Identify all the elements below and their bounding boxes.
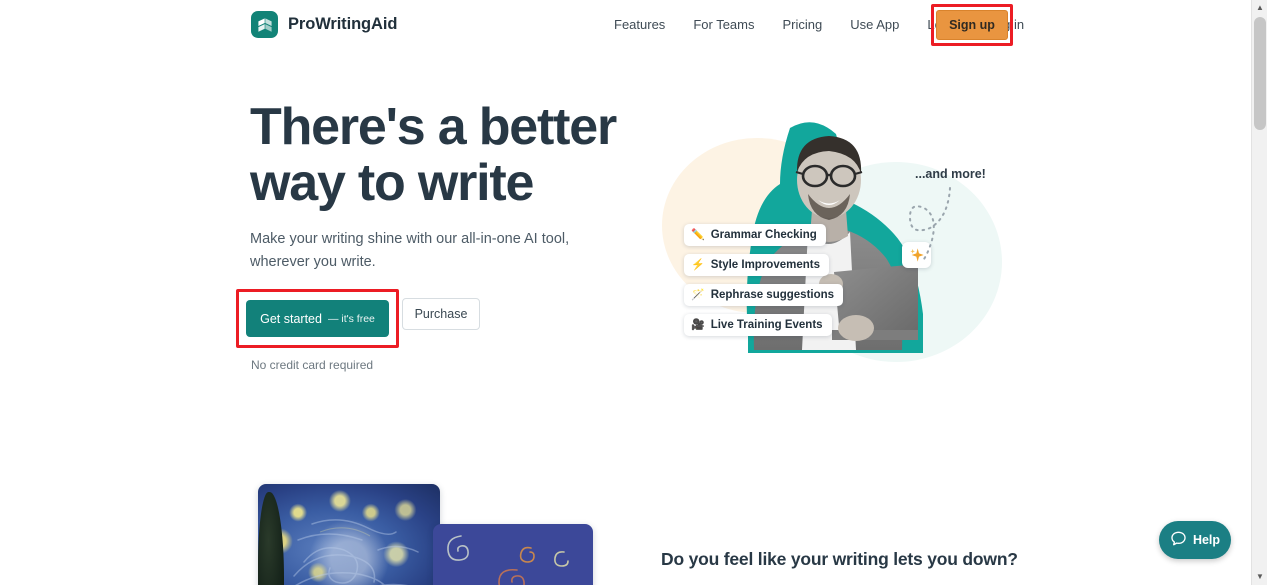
site-header: ProWritingAid Features For Teams Pricing… — [0, 0, 1251, 50]
purchase-button[interactable]: Purchase — [402, 298, 480, 330]
lightning-icon: ⚡ — [691, 258, 705, 271]
page-scrollbar[interactable]: ▲ ▼ — [1251, 0, 1267, 585]
section-heading: Do you feel like your writing lets you d… — [661, 549, 1018, 569]
page-root: ProWritingAid Features For Teams Pricing… — [0, 0, 1267, 585]
feature-pill-live-training-events: 🎥 Live Training Events — [684, 314, 832, 336]
magic-wand-icon: 🪄 — [691, 288, 705, 301]
feature-pill-label: Live Training Events — [710, 319, 823, 331]
signup-button-annotation: Sign up — [931, 4, 1013, 46]
starry-night-swirls — [293, 519, 419, 585]
and-more-annotation: ...and more! — [915, 167, 986, 181]
pencil-icon: ✏️ — [691, 228, 705, 241]
scrollbar-thumb[interactable] — [1254, 17, 1266, 130]
get-started-button-annotation: Get started — it's free — [236, 289, 399, 348]
page-title: There's a better way to write — [250, 98, 617, 212]
book-pages-icon — [251, 11, 278, 38]
brand-name: ProWritingAid — [288, 15, 398, 33]
get-started-button[interactable]: Get started — it's free — [246, 300, 389, 337]
feature-pill-grammar-checking: ✏️ Grammar Checking — [684, 224, 826, 246]
feature-pill-label: Rephrase suggestions — [710, 289, 835, 301]
scrollbar-up-arrow-icon[interactable]: ▲ — [1252, 0, 1267, 16]
movie-camera-icon: 🎥 — [691, 318, 705, 331]
blue-swirls-card — [433, 524, 593, 585]
nav-link-features[interactable]: Features — [600, 0, 679, 50]
brand-logo-link[interactable]: ProWritingAid — [251, 11, 397, 38]
help-button[interactable]: Help — [1159, 521, 1231, 559]
nav-link-pricing[interactable]: Pricing — [768, 0, 836, 50]
hero-subheading: Make your writing shine with our all-in-… — [250, 231, 570, 270]
feature-pill-label: Grammar Checking — [710, 229, 817, 241]
get-started-label: Get started — [260, 311, 322, 326]
help-label: Help — [1192, 533, 1221, 547]
hero-illustration: ✏️ Grammar Checking ⚡ Style Improvements… — [640, 112, 1010, 374]
blue-card-swirl-doodles — [447, 535, 569, 585]
feature-pill-style-improvements: ⚡ Style Improvements — [684, 254, 829, 276]
feature-pill-rephrase-suggestions: 🪄 Rephrase suggestions — [684, 284, 844, 306]
nav-link-for-teams[interactable]: For Teams — [679, 0, 768, 50]
scrollbar-down-arrow-icon[interactable]: ▼ — [1252, 569, 1267, 585]
dotted-curved-arrow-icon — [908, 187, 951, 263]
speech-bubble-icon — [1170, 530, 1187, 550]
no-credit-card-note: No credit card required — [251, 358, 374, 372]
signup-button[interactable]: Sign up — [936, 10, 1008, 40]
nav-link-use-app[interactable]: Use App — [836, 0, 913, 50]
starry-night-painting-card — [258, 484, 440, 585]
get-started-note: — it's free — [327, 312, 375, 325]
feature-pill-label: Style Improvements — [710, 259, 820, 271]
